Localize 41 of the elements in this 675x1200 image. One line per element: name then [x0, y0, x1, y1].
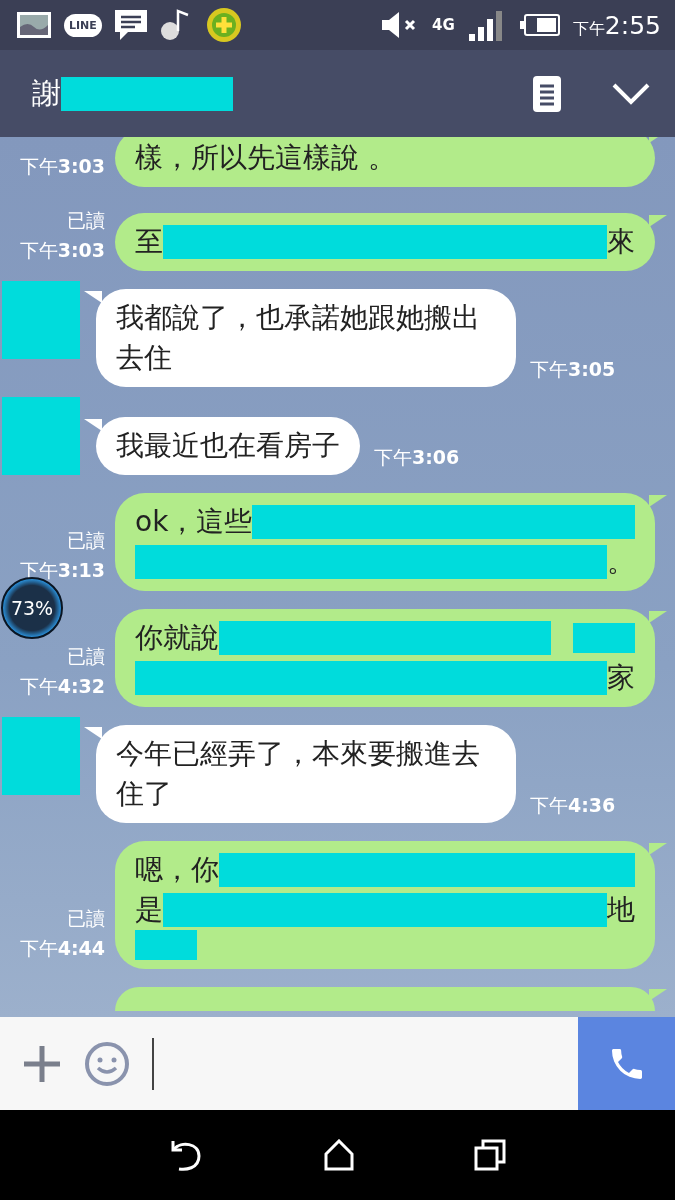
notes-icon[interactable] [533, 75, 561, 112]
message-time: 下午4:36 [530, 793, 616, 818]
message-time: 下午3:05 [530, 357, 616, 382]
message-time: 下午4:32 [19, 674, 105, 699]
recent-apps-icon[interactable] [473, 1139, 506, 1171]
message-text: 。 [607, 544, 635, 580]
plus-icon[interactable] [22, 1043, 62, 1084]
smiley-icon[interactable] [84, 1040, 130, 1087]
clock: 下午2:55 [572, 12, 661, 38]
read-receipt: 已讀 [67, 906, 105, 931]
message-text: 我最近也在看房子 [116, 428, 340, 464]
chevron-down-icon[interactable] [611, 81, 651, 106]
message-text: 來 [607, 224, 635, 260]
message-text: 嗯，你 [135, 852, 219, 888]
message-time: 下午4:44 [19, 936, 105, 961]
network-type-label: 4G [432, 16, 455, 34]
message-text: 是 [135, 892, 163, 928]
gallery-icon [16, 11, 52, 39]
line-app-icon: LINE [64, 13, 102, 37]
message-text: 家 [607, 660, 635, 696]
message-text: 你就說 [135, 620, 219, 656]
message-text: ok，這些 [135, 504, 253, 540]
message-text: 地 [607, 892, 635, 928]
redaction-block [135, 930, 197, 960]
message-time: 下午3:06 [374, 445, 460, 470]
message-text: 今年已經弄了，本來要搬進去住了 [116, 736, 481, 812]
plus-ball-icon [205, 7, 242, 43]
home-icon[interactable] [323, 1139, 356, 1171]
read-receipt: 已讀 [67, 528, 105, 553]
message-text: 樣，所以先這樣說 。 [135, 140, 396, 176]
message-text: 至 [135, 224, 163, 260]
read-receipt: 已讀 [67, 644, 105, 669]
read-receipt: 已讀 [67, 208, 105, 233]
message-time: 下午3:03 [19, 154, 105, 179]
call-button[interactable] [578, 1017, 675, 1110]
chat-title: 謝 [32, 74, 61, 112]
message-text: 我都說了，也承諾她跟她搬出去住 [116, 300, 481, 376]
battery-icon [518, 13, 561, 37]
message-time: 下午3:03 [19, 238, 105, 263]
redaction-block [573, 623, 635, 653]
message-icon [113, 9, 148, 41]
